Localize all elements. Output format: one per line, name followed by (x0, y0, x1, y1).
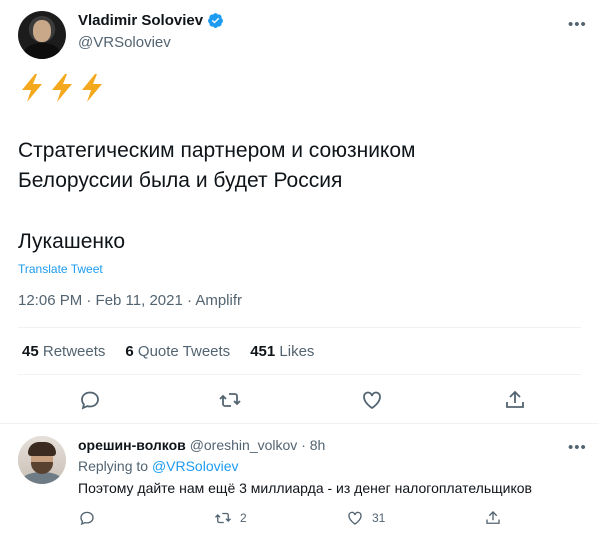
replying-to-mention[interactable]: @VRSoloviev (152, 458, 239, 474)
reply-author-avatar[interactable] (18, 436, 66, 484)
reply-retweet-button[interactable]: 2 (214, 509, 247, 527)
likes-label: Likes (279, 343, 315, 360)
author-handle[interactable]: @VRSoloviev (78, 34, 171, 51)
reply-time[interactable]: 8h (310, 437, 326, 453)
retweets-count: 45 (22, 343, 39, 360)
reply-like-count: 31 (372, 511, 386, 525)
divider (18, 374, 581, 375)
retweets-label: Retweets (42, 343, 106, 360)
avatar-hair (28, 442, 56, 456)
avatar-face (33, 20, 51, 42)
avatar-shirt (24, 43, 60, 59)
reply-tweet[interactable]: орешин-волков @oreshin_volkov · 8h ••• R… (0, 425, 599, 535)
quote-tweets-label: Quote Tweets (137, 343, 231, 360)
translate-tweet-link[interactable]: Translate Tweet (18, 262, 103, 276)
main-tweet: Vladimir Soloviev @VRSoloviev ••• Страте… (0, 0, 599, 424)
engagement-stats: 45 Retweets 6 Quote Tweets 451 Likes (22, 343, 334, 360)
tweet-text: Стратегическим партнером и союзником Бел… (18, 136, 578, 196)
reply-author-name[interactable]: орешин-волков (78, 437, 186, 453)
reply-icon[interactable] (78, 388, 102, 412)
high-voltage-icon (22, 74, 42, 102)
reply-actions: 2 31 (0, 509, 599, 529)
share-icon[interactable] (503, 388, 527, 412)
replying-to-label: Replying to (78, 458, 149, 474)
quote-tweets-count: 6 (125, 343, 134, 360)
reply-like-button[interactable]: 31 (346, 509, 385, 527)
reply-share-button[interactable] (484, 509, 502, 527)
tweet-text-line: Белоруссии была и будет Россия (18, 169, 343, 192)
retweet-icon (215, 512, 231, 524)
reply-text: Поэтому дайте нам ещё 3 миллиарда - из д… (78, 480, 532, 496)
verified-badge-icon (208, 13, 223, 28)
tweet-signature: Лукашенко (18, 230, 126, 253)
reply-header: орешин-волков @oreshin_volkov · 8h (78, 437, 325, 453)
reply-author-handle[interactable]: @oreshin_volkov (190, 437, 298, 453)
author-name-row: Vladimir Soloviev (78, 12, 224, 29)
more-options-icon[interactable]: ••• (568, 16, 587, 33)
replying-to-line: Replying to @VRSoloviev (78, 458, 239, 474)
reply-retweet-count: 2 (240, 511, 247, 525)
high-voltage-icon (52, 74, 72, 102)
divider (18, 327, 581, 328)
retweet-icon[interactable] (218, 388, 242, 412)
share-icon (486, 511, 500, 524)
quote-tweets-stat[interactable]: 6 Quote Tweets (125, 343, 230, 360)
emoji-row (18, 73, 106, 103)
likes-stat[interactable]: 451 Likes (250, 343, 314, 360)
tweet-timestamp-source[interactable]: 12:06 PM · Feb 11, 2021 · Amplifr (18, 292, 242, 309)
retweets-stat[interactable]: 45 Retweets (22, 343, 105, 360)
high-voltage-icon (82, 74, 102, 102)
reply-reply-button[interactable] (78, 509, 96, 527)
tweet-actions (0, 388, 599, 416)
author-avatar[interactable] (18, 11, 66, 59)
reply-icon (80, 511, 94, 526)
like-icon[interactable] (360, 388, 384, 412)
author-name[interactable]: Vladimir Soloviev (78, 12, 203, 29)
tweet-text-line: Стратегическим партнером и союзником (18, 139, 416, 162)
dot-separator: · (301, 437, 306, 453)
more-options-icon[interactable]: ••• (568, 439, 587, 456)
like-icon (348, 511, 362, 525)
likes-count: 451 (250, 343, 276, 360)
divider (0, 423, 599, 424)
